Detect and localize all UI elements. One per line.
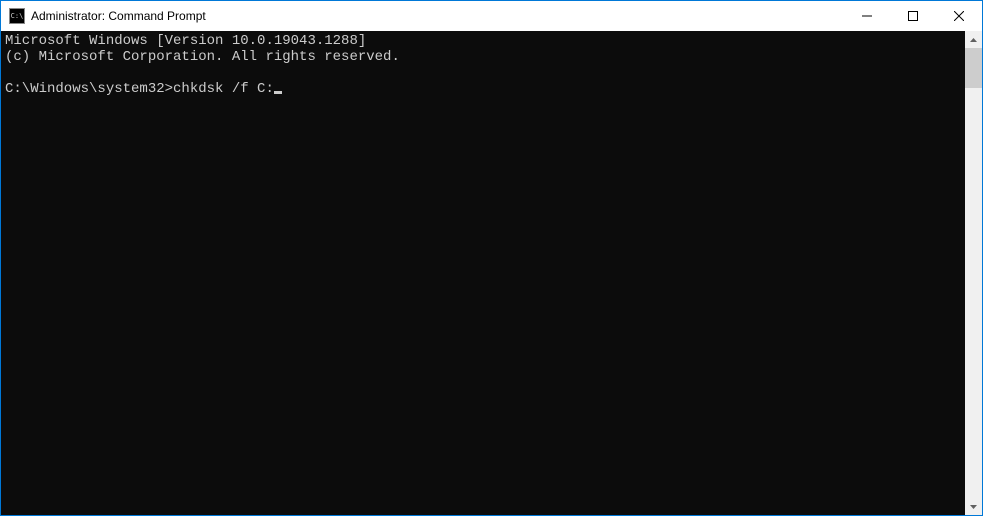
chevron-down-icon: [970, 505, 977, 509]
scroll-up-button[interactable]: [965, 31, 982, 48]
terminal-prompt-line: C:\Windows\system32>chkdsk /f C:: [5, 81, 965, 97]
terminal-blank-line: [5, 65, 965, 81]
terminal-line: Microsoft Windows [Version 10.0.19043.12…: [5, 33, 965, 49]
cmd-icon: C:\: [9, 8, 25, 24]
close-icon: [954, 11, 964, 21]
window-title: Administrator: Command Prompt: [31, 9, 206, 23]
maximize-button[interactable]: [890, 1, 936, 31]
vertical-scrollbar[interactable]: [965, 31, 982, 515]
minimize-icon: [862, 11, 872, 21]
command-prompt-window: C:\ Administrator: Command Prompt: [0, 0, 983, 516]
scroll-track[interactable]: [965, 48, 982, 498]
scroll-down-button[interactable]: [965, 498, 982, 515]
terminal-cursor: [274, 91, 282, 94]
content-area: Microsoft Windows [Version 10.0.19043.12…: [1, 31, 982, 515]
cmd-icon-label: C:\: [11, 13, 24, 20]
terminal-output[interactable]: Microsoft Windows [Version 10.0.19043.12…: [1, 31, 965, 515]
close-button[interactable]: [936, 1, 982, 31]
titlebar[interactable]: C:\ Administrator: Command Prompt: [1, 1, 982, 31]
terminal-command: chkdsk /f C:: [173, 81, 274, 97]
chevron-up-icon: [970, 38, 977, 42]
minimize-button[interactable]: [844, 1, 890, 31]
window-controls: [844, 1, 982, 31]
terminal-prompt: C:\Windows\system32>: [5, 81, 173, 97]
maximize-icon: [908, 11, 918, 21]
terminal-line: (c) Microsoft Corporation. All rights re…: [5, 49, 965, 65]
scroll-thumb[interactable]: [965, 48, 982, 88]
